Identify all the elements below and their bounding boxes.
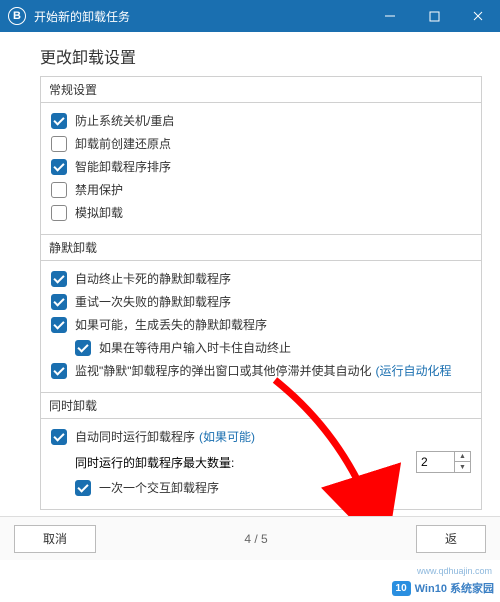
app-icon: B bbox=[8, 7, 26, 25]
watermark-text: Win10 系统家园 bbox=[415, 580, 494, 596]
back-button[interactable]: 返 bbox=[416, 525, 486, 553]
checkbox-row: 如果在等待用户输入时卡住自动终止 bbox=[51, 336, 471, 359]
checkbox-row: 自动同时运行卸载程序 (如果可能) bbox=[51, 425, 471, 448]
checkbox-label: 防止系统关机/重启 bbox=[75, 112, 174, 129]
checkbox-row: 重试一次失败的静默卸载程序 bbox=[51, 290, 471, 313]
checkbox[interactable] bbox=[51, 294, 67, 310]
checkbox[interactable] bbox=[51, 317, 67, 333]
checkbox-row: 监视"静默"卸载程序的弹出窗口或其他停滞并使其自动化(运行自动化程 bbox=[51, 359, 471, 382]
checkbox-row: 智能卸载程序排序 bbox=[51, 155, 471, 178]
window-controls bbox=[368, 0, 500, 32]
checkbox[interactable] bbox=[51, 182, 67, 198]
checkbox-label: 如果可能，生成丢失的静默卸载程序 bbox=[75, 316, 267, 333]
checkbox[interactable] bbox=[51, 159, 67, 175]
checkbox[interactable] bbox=[51, 205, 67, 221]
title-bar: B 开始新的卸载任务 bbox=[0, 0, 500, 32]
checkbox-label: 监视"静默"卸载程序的弹出窗口或其他停滞并使其自动化 bbox=[75, 362, 372, 379]
checkbox-label: 智能卸载程序排序 bbox=[75, 158, 171, 175]
checkbox-row: 如果可能，生成丢失的静默卸载程序 bbox=[51, 313, 471, 336]
pager-text: 4 / 5 bbox=[96, 532, 416, 546]
page-title: 更改卸载设置 bbox=[40, 44, 482, 68]
group-header: 同时卸载 bbox=[41, 393, 481, 419]
content-area: 更改卸载设置 常规设置 防止系统关机/重启卸载前创建还原点智能卸载程序排序禁用保… bbox=[0, 32, 500, 510]
cancel-button[interactable]: 取消 bbox=[14, 525, 96, 553]
hint-text: (运行自动化程 bbox=[376, 362, 452, 379]
checkbox-row: 禁用保护 bbox=[51, 178, 471, 201]
checkbox-label: 卸载前创建还原点 bbox=[75, 135, 171, 152]
checkbox-row: 卸载前创建还原点 bbox=[51, 132, 471, 155]
checkbox[interactable] bbox=[75, 340, 91, 356]
hint-text: (如果可能) bbox=[199, 428, 255, 445]
checkbox-row: 模拟卸载 bbox=[51, 201, 471, 224]
checkbox-label: 自动同时运行卸载程序 bbox=[75, 428, 195, 445]
group-general: 常规设置 防止系统关机/重启卸载前创建还原点智能卸载程序排序禁用保护模拟卸载 bbox=[40, 76, 482, 235]
spin-down-icon[interactable]: ▼ bbox=[455, 462, 470, 472]
checkbox-row: 自动终止卡死的静默卸载程序 bbox=[51, 267, 471, 290]
checkbox-one-interactive[interactable] bbox=[75, 480, 91, 496]
watermark: 10 Win10 系统家园 bbox=[392, 580, 494, 596]
count-row: 同时运行的卸载程序最大数量: 2 ▲ ▼ bbox=[51, 448, 471, 476]
group-header: 静默卸载 bbox=[41, 235, 481, 261]
minimize-button[interactable] bbox=[368, 0, 412, 32]
group-header: 常规设置 bbox=[41, 77, 481, 103]
checkbox-row: 一次一个交互卸载程序 bbox=[51, 476, 471, 499]
checkbox-row: 防止系统关机/重启 bbox=[51, 109, 471, 132]
checkbox-label: 禁用保护 bbox=[75, 181, 123, 198]
checkbox-label: 自动终止卡死的静默卸载程序 bbox=[75, 270, 231, 287]
count-value: 2 bbox=[417, 455, 454, 469]
window-title: 开始新的卸载任务 bbox=[34, 8, 368, 25]
group-concurrent: 同时卸载 自动同时运行卸载程序 (如果可能) 同时运行的卸载程序最大数量: 2 … bbox=[40, 392, 482, 510]
watermark-url: www.qdhuajin.com bbox=[417, 566, 492, 576]
checkbox-auto-concurrent[interactable] bbox=[51, 429, 67, 445]
checkbox-label: 一次一个交互卸载程序 bbox=[99, 479, 219, 496]
checkbox[interactable] bbox=[51, 136, 67, 152]
checkbox-label: 重试一次失败的静默卸载程序 bbox=[75, 293, 231, 310]
count-label: 同时运行的卸载程序最大数量: bbox=[75, 454, 234, 471]
spin-up-icon[interactable]: ▲ bbox=[455, 452, 470, 462]
checkbox[interactable] bbox=[51, 271, 67, 287]
checkbox[interactable] bbox=[51, 113, 67, 129]
group-silent: 静默卸载 自动终止卡死的静默卸载程序重试一次失败的静默卸载程序如果可能，生成丢失… bbox=[40, 234, 482, 393]
watermark-badge: 10 bbox=[392, 581, 411, 596]
footer-bar: 取消 4 / 5 返 bbox=[0, 516, 500, 560]
checkbox-label: 如果在等待用户输入时卡住自动终止 bbox=[99, 339, 291, 356]
maximize-button[interactable] bbox=[412, 0, 456, 32]
close-button[interactable] bbox=[456, 0, 500, 32]
count-stepper[interactable]: 2 ▲ ▼ bbox=[416, 451, 471, 473]
checkbox-label: 模拟卸载 bbox=[75, 204, 123, 221]
checkbox[interactable] bbox=[51, 363, 67, 379]
